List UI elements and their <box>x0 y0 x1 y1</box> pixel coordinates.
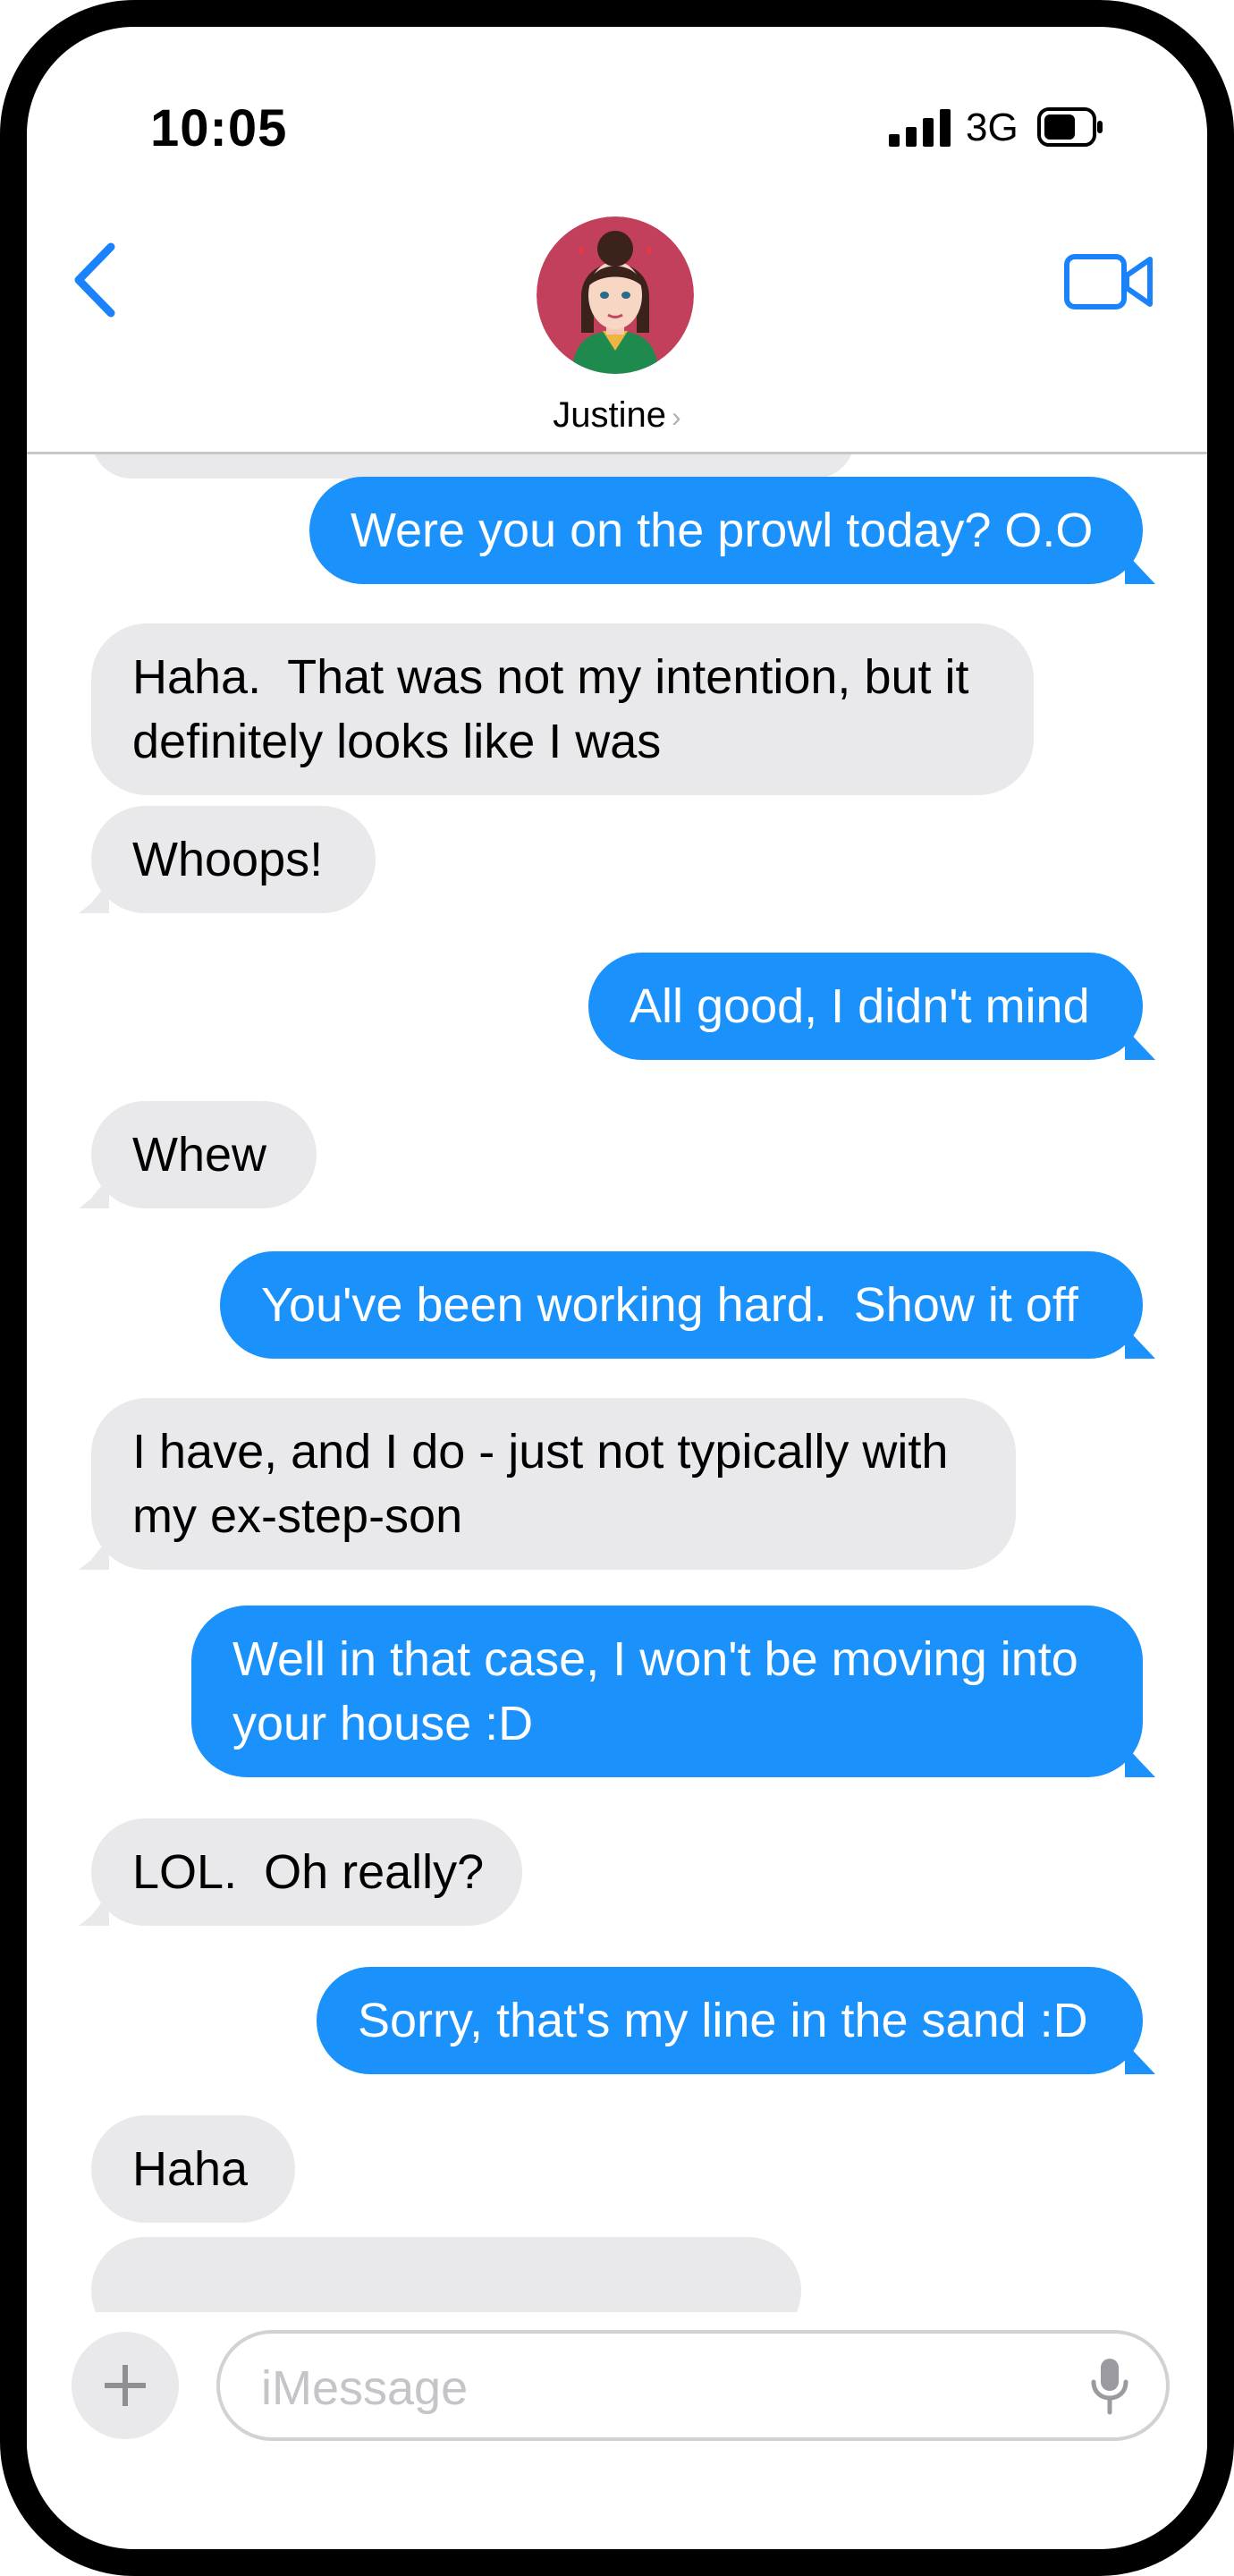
chevron-left-icon[interactable] <box>68 240 122 320</box>
signal-strength-icon <box>889 109 951 147</box>
message-bubble-outgoing[interactable]: You've been working hard. Show it off <box>220 1251 1143 1359</box>
imessage-input[interactable]: iMessage <box>216 2330 1170 2441</box>
plus-icon[interactable] <box>72 2332 179 2439</box>
message-bubble-outgoing[interactable]: All good, I didn't mind <box>588 953 1143 1060</box>
status-time: 10:05 <box>150 99 288 157</box>
message-bubble-outgoing[interactable]: Sorry, that's my line in the sand :D <box>317 1967 1143 2074</box>
message-bubble-incoming[interactable]: Whew <box>91 1101 317 1208</box>
phone-frame: 10:05 3G Justine › Were you on the prowl… <box>0 0 1234 2576</box>
message-bubble-incoming[interactable]: Whoops! <box>91 806 376 913</box>
message-bubble-incoming[interactable]: LOL. Oh really? <box>91 1818 522 1926</box>
composer-bar: iMessage <box>27 2312 1207 2455</box>
message-bubble-outgoing[interactable]: Were you on the prowl today? O.O <box>309 477 1143 584</box>
status-bar: 10:05 3G <box>27 27 1207 206</box>
message-bubble-incoming[interactable]: Haha. That was not my intention, but it … <box>91 623 1034 795</box>
imessage-placeholder: iMessage <box>261 2361 469 2415</box>
contact-name-row[interactable]: Justine › <box>27 395 1207 436</box>
conversation-header: Justine › <box>27 197 1207 454</box>
chevron-right-icon: › <box>672 401 681 433</box>
message-bubble-incoming[interactable]: Haha <box>91 2115 295 2223</box>
message-bubble-incoming[interactable] <box>91 2237 801 2312</box>
message-bubble-outgoing[interactable]: Well in that case, I won't be moving int… <box>191 1606 1143 1777</box>
network-type: 3G <box>966 106 1018 149</box>
contact-avatar[interactable] <box>537 216 694 374</box>
message-bubble-incoming[interactable]: I have, and I do - just not typically wi… <box>91 1398 1016 1570</box>
message-list[interactable]: Were you on the prowl today? O.O Haha. T… <box>27 452 1207 2312</box>
microphone-icon[interactable] <box>1089 2357 1130 2416</box>
message-bubble-incoming[interactable] <box>91 452 855 479</box>
contact-name: Justine <box>553 395 667 435</box>
video-camera-icon[interactable] <box>1064 252 1154 311</box>
battery-icon <box>1037 107 1103 147</box>
